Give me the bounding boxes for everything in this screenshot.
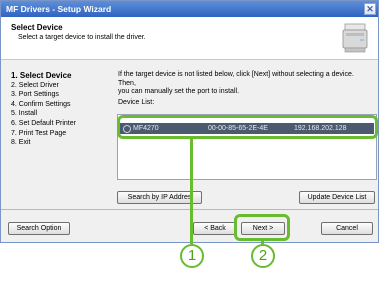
callout-1-line <box>190 139 193 244</box>
title-bar: MF Drivers - Setup Wizard ✕ <box>1 1 378 17</box>
step-select-device: 1. Select Device <box>11 71 72 80</box>
cancel-button[interactable]: Cancel <box>321 222 373 235</box>
instruction-text: If the target device is not listed below… <box>118 71 373 97</box>
callout-2-badge: 2 <box>251 244 275 268</box>
step-install: 5. Install <box>11 110 38 118</box>
device-row-highlight <box>117 115 378 139</box>
wizard-header: Select Device Select a target device to … <box>1 17 378 60</box>
page-title: Select Device <box>11 23 63 32</box>
window-title: MF Drivers - Setup Wizard <box>6 4 112 14</box>
search-option-button[interactable]: Search Option <box>8 222 70 235</box>
instruction-line-1: If the target device is not listed below… <box>118 71 354 87</box>
step-print-test-page: 7. Print Test Page <box>11 129 67 137</box>
step-port-settings: 3. Port Settings <box>11 91 59 99</box>
next-button-highlight <box>234 214 290 241</box>
back-button[interactable]: < Back <box>193 222 237 235</box>
step-exit: 8. Exit <box>11 139 31 147</box>
close-button[interactable]: ✕ <box>364 3 376 15</box>
step-confirm-settings: 4. Confirm Settings <box>11 100 71 108</box>
page-subtitle: Select a target device to install the dr… <box>18 34 146 41</box>
printer-icon <box>342 23 368 53</box>
wizard-steps: 1. Select Device 2. Select Driver 3. Por… <box>11 71 111 148</box>
step-set-default-printer: 6. Set Default Printer <box>11 119 76 127</box>
step-select-driver: 2. Select Driver <box>11 81 59 89</box>
callout-1-badge: 1 <box>180 244 204 268</box>
device-list-label: Device List: <box>118 99 155 106</box>
instruction-line-2: you can manually set the port to install… <box>118 88 240 95</box>
close-icon: ✕ <box>366 4 374 14</box>
update-device-list-button[interactable]: Update Device List <box>299 191 375 204</box>
